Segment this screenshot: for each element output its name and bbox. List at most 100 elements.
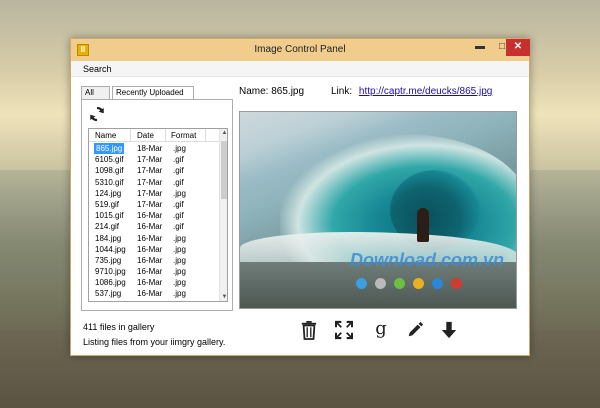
menu-item-search[interactable]: Search (83, 64, 112, 74)
image-link: Link: http://captr.me/deucks/865.jpg (331, 86, 492, 97)
image-link-label: Link: (331, 86, 353, 97)
fullscreen-icon[interactable] (335, 320, 353, 340)
file-format-cell: .gif (173, 155, 184, 165)
file-row[interactable]: 214.gif 16-Mar .gif (89, 221, 219, 232)
column-header-name[interactable]: Name (95, 131, 116, 140)
watermark-dot (356, 278, 367, 289)
file-date-cell: 17-Mar (137, 188, 163, 198)
column-header-date[interactable]: Date (137, 131, 154, 140)
file-name-cell: 1098.gif (95, 166, 124, 176)
file-format-cell: .jpg (173, 188, 186, 198)
file-row[interactable]: 530.jpg 16-Mar .jpg (89, 300, 219, 302)
file-date-cell: 16-Mar (137, 244, 163, 254)
file-list-rows: 865.jpg 18-Mar .jpg 6105.gif 17-Mar .gif 1098.… (89, 143, 219, 302)
image-name: Name: 865.jpg (239, 86, 304, 97)
file-row[interactable]: 5310.gif 17-Mar .gif (89, 177, 219, 188)
file-name-cell: 1044.jpg (95, 244, 126, 254)
watermark-dot (413, 278, 424, 289)
gallery-source-text: Listing files from your iimgry gallery. (83, 337, 226, 347)
file-name-cell: 519.gif (95, 199, 120, 209)
file-row[interactable]: 6105.gif 17-Mar .gif (89, 154, 219, 165)
file-format-cell: .jpg (173, 244, 186, 254)
menu-bar: Search (71, 61, 529, 77)
tab-all-files[interactable]: All Files (81, 86, 110, 109)
file-row[interactable]: 519.gif 17-Mar .gif (89, 199, 219, 210)
file-row[interactable]: 865.jpg 18-Mar .jpg (89, 143, 219, 154)
file-list[interactable]: Name Date Format 865.jpg 18-Mar .jpg 6105.g… (88, 128, 228, 302)
file-date-cell: 16-Mar (137, 289, 163, 299)
file-name-cell: 6105.gif (95, 155, 124, 165)
file-name-cell: 530.jpg (95, 300, 121, 302)
title-bar[interactable]: II Image Control Panel ▬ □ ✕ (71, 39, 530, 61)
image-name-label: Name: (239, 86, 269, 97)
file-format-cell: .jpg (173, 300, 186, 302)
file-date-cell: 16-Mar (137, 300, 162, 302)
watermark-dot (375, 278, 386, 289)
file-name-cell: 735.jpg (95, 255, 122, 265)
file-name-cell: 124.jpg (95, 188, 122, 198)
file-row[interactable]: 1015.gif 16-Mar .gif (89, 210, 219, 221)
minimize-button[interactable]: ▬ (469, 39, 491, 56)
gallery-file-count: 411 files in gallery (83, 322, 155, 332)
watermark-dot (451, 278, 462, 289)
scroll-up-icon[interactable]: ▲ (221, 130, 227, 136)
file-format-cell: .jpg (173, 289, 186, 299)
file-name-cell: 214.gif (95, 222, 120, 232)
file-date-cell: 16-Mar (137, 222, 163, 232)
image-name-value: 865.jpg (271, 86, 305, 97)
file-date-cell: 17-Mar (137, 199, 163, 209)
scrollbar-thumb[interactable] (221, 141, 227, 199)
edit-icon[interactable] (406, 320, 424, 340)
file-name-cell: 5310.gif (95, 177, 124, 187)
file-name-cell: 537.jpg (95, 289, 122, 299)
column-header-format[interactable]: Format (171, 131, 196, 140)
surfer-figure (417, 208, 429, 242)
file-row[interactable]: 1098.gif 17-Mar .gif (89, 165, 219, 176)
file-name-cell: 865.jpg (94, 143, 125, 154)
file-date-cell: 17-Mar (137, 166, 163, 176)
column-divider[interactable] (165, 129, 166, 142)
image-preview[interactable]: Download.com.vn (239, 111, 517, 309)
watermark-logo: Download.com.vn (350, 250, 505, 270)
file-row[interactable]: 184.jpg 16-Mar .jpg (89, 233, 219, 244)
file-format-cell: .gif (173, 199, 184, 209)
column-divider[interactable] (130, 129, 131, 142)
file-format-cell: .gif (173, 222, 184, 232)
file-date-cell: 16-Mar (137, 278, 163, 288)
file-name-cell: 1015.gif (95, 211, 124, 221)
file-row[interactable]: 124.jpg 17-Mar .jpg (89, 188, 219, 199)
file-format-cell: .gif (173, 166, 184, 176)
close-button[interactable]: ✕ (506, 39, 530, 56)
column-divider[interactable] (205, 129, 206, 142)
window-title: Image Control Panel (254, 44, 346, 55)
file-list-scrollbar[interactable]: ▲ ▼ (219, 129, 227, 301)
file-date-cell: 17-Mar (137, 155, 163, 165)
file-date-cell: 18-Mar (137, 144, 163, 153)
file-format-cell: .jpg (173, 144, 186, 153)
file-name-cell: 1086.jpg (95, 278, 126, 288)
file-format-cell: .gif (173, 177, 184, 187)
file-format-cell: .jpg (173, 255, 186, 265)
file-name-cell: 9710.jpg (95, 267, 126, 277)
file-row[interactable]: 1086.jpg 16-Mar .jpg (89, 277, 219, 288)
file-date-cell: 16-Mar (137, 233, 163, 243)
file-row[interactable]: 9710.jpg 16-Mar .jpg (89, 266, 219, 277)
file-panel: Name Date Format 865.jpg 18-Mar .jpg 6105.g… (81, 99, 233, 311)
file-format-cell: .jpg (173, 233, 186, 243)
google-icon[interactable]: g (372, 320, 390, 340)
file-name-cell: 184.jpg (95, 233, 122, 243)
download-icon[interactable] (440, 320, 458, 340)
file-row[interactable]: 735.jpg 16-Mar .jpg (89, 255, 219, 266)
file-format-cell: .jpg (173, 278, 186, 288)
file-row[interactable]: 1044.jpg 16-Mar .jpg (89, 244, 219, 255)
refresh-icon[interactable] (88, 105, 106, 123)
file-row[interactable]: 537.jpg 16-Mar .jpg (89, 288, 219, 299)
file-date-cell: 16-Mar (137, 267, 163, 277)
watermark-dot (394, 278, 405, 289)
scroll-down-icon[interactable]: ▼ (221, 294, 227, 300)
file-date-cell: 16-Mar (137, 211, 163, 221)
image-link-url[interactable]: http://captr.me/deucks/865.jpg (359, 86, 492, 97)
file-format-cell: .gif (173, 211, 184, 221)
file-format-cell: .jpg (173, 267, 186, 277)
trash-icon[interactable] (300, 320, 318, 340)
